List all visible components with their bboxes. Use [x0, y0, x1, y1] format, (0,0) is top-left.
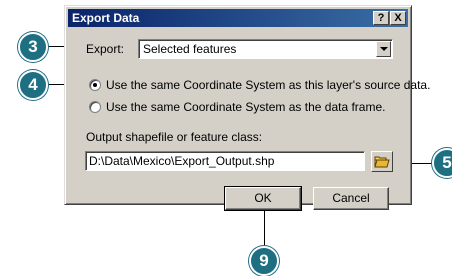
export-dropdown-value: Selected features [143, 42, 237, 56]
chevron-down-icon[interactable] [376, 41, 391, 57]
radio-source-data-label[interactable]: Use the same Coordinate System as this l… [106, 78, 430, 92]
export-data-dialog: Export Data ? X Export: Selected feature… [64, 5, 430, 211]
title-bar[interactable]: Export Data ? X [68, 9, 408, 27]
callout-3: 3 [18, 32, 48, 62]
ok-button[interactable]: OK [224, 186, 302, 211]
radio-data-frame-label[interactable]: Use the same Coordinate System as the da… [106, 100, 385, 114]
callout-9: 9 [249, 246, 279, 276]
output-label: Output shapefile or feature class: [86, 130, 263, 144]
close-button[interactable]: X [390, 11, 406, 25]
radio-source-data[interactable] [89, 79, 101, 91]
dialog-title: Export Data [72, 11, 140, 25]
cancel-button[interactable]: Cancel [313, 187, 389, 210]
output-path-value: D:\Data\Mexico\Export_Output.shp [89, 154, 275, 168]
callout-4: 4 [18, 70, 48, 100]
help-button[interactable]: ? [373, 11, 389, 25]
export-label: Export: [86, 42, 125, 56]
callout-5: 5 [432, 148, 452, 178]
callout-9-leader [264, 209, 265, 249]
browse-button[interactable] [371, 151, 393, 172]
radio-data-frame[interactable] [89, 101, 101, 113]
output-path-field[interactable]: D:\Data\Mexico\Export_Output.shp [85, 151, 365, 171]
open-folder-icon [374, 156, 390, 168]
export-dropdown[interactable]: Selected features [138, 39, 393, 59]
